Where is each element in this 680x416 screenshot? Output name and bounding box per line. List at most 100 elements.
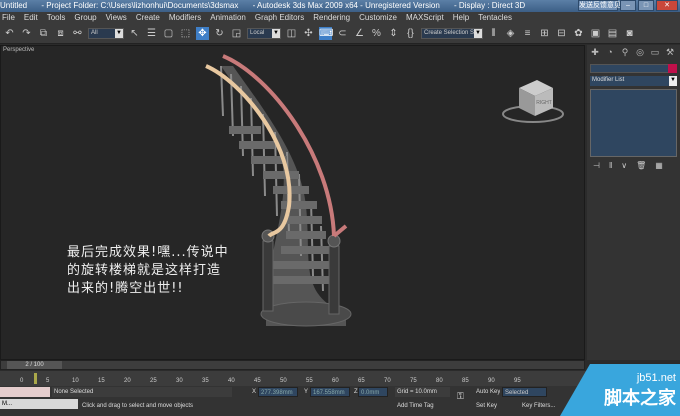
menu-rendering[interactable]: Rendering [313,12,350,24]
viewcube[interactable]: RIGHT [519,80,553,116]
time-slider-thumb[interactable]: 2 / 100 [7,361,62,369]
spinner-snap-icon[interactable]: ⇕ [387,27,400,40]
timeline-tick: 20 [124,378,131,384]
rotate-icon[interactable]: ↻ [213,27,226,40]
material-editor-icon[interactable]: ✿ [572,27,585,40]
y-coordinate-field[interactable]: 167.558mm [310,387,350,397]
command-panel: ✚ ◔ ⚲ ◎ ▭ ⚒ Modifier List ⊣ ‖ ∨ 🗑 ▦ [587,45,680,360]
auto-key-button[interactable]: Auto Key [474,387,500,397]
mirror-icon[interactable]: ⫴ [487,27,500,40]
schematic-view-icon[interactable]: ⊟ [555,27,568,40]
utilities-tab-icon[interactable]: ⚒ [664,47,676,59]
menu-create[interactable]: Create [136,12,160,24]
rect-selection-icon[interactable]: ▢ [162,27,175,40]
move-icon[interactable]: ✥ [196,27,209,40]
time-slider[interactable]: 2 / 100 [0,360,585,370]
timeline-tick: 25 [150,378,157,384]
timeline-tick: 75 [410,378,417,384]
watermark-name: 脚本之家 [604,388,676,409]
minimize-button[interactable]: – [620,0,636,11]
edit-named-selection-icon[interactable]: {} [404,27,417,40]
curve-editor-icon[interactable]: ⊞ [538,27,551,40]
prompt-line: Click and drag to select and move object… [82,403,194,409]
taskbar-item[interactable]: M... [0,399,78,409]
reference-coord-dropdown[interactable]: Local [247,28,281,39]
align-icon[interactable]: ◈ [504,27,517,40]
hierarchy-tab-icon[interactable]: ⚲ [619,47,631,59]
manipulate-icon[interactable]: ✣ [302,27,315,40]
menu-tools[interactable]: Tools [47,12,66,24]
close-button[interactable]: ✕ [656,0,678,11]
menu-file[interactable]: File [2,12,15,24]
viewcube-label[interactable]: RIGHT [536,100,552,106]
snaps-icon[interactable]: ⊂ [336,27,349,40]
maxscript-listener[interactable] [0,387,50,397]
staircase-model: RIGHT [205,54,564,327]
key-mode-dropdown[interactable]: Selected [502,387,547,397]
timeline-tick: 70 [384,378,391,384]
pivot-icon[interactable]: ◫ [285,27,298,40]
percent-snap-icon[interactable]: % [370,27,383,40]
menu-edit[interactable]: Edit [24,12,38,24]
make-unique-icon[interactable]: ∨ [621,161,627,170]
menu-modifiers[interactable]: Modifiers [169,12,201,24]
taskbar-item-label: M... [2,401,12,407]
named-selection-dropdown[interactable]: Create Selection Set [421,28,483,39]
menu-maxscript[interactable]: MAXScript [406,12,444,24]
bind-space-warp-icon[interactable]: ⚯ [71,27,84,40]
modify-tab-icon[interactable]: ◔ [604,47,616,59]
timeline-tick: 10 [72,378,79,384]
perspective-viewport[interactable]: Perspective RIGHT 最后完成效果!嘿...传说中 的旋转楼梯就是… [0,45,585,360]
key-icon[interactable]: ⚿ [455,391,464,401]
object-name-field[interactable] [590,64,677,73]
select-object-icon[interactable]: ↖ [128,27,141,40]
rendered-frame-icon[interactable]: ▤ [606,27,619,40]
key-filters-button[interactable]: Key Filters... [520,401,555,411]
current-frame-marker [34,373,37,384]
configure-sets-icon[interactable]: ▦ [655,161,663,170]
app-name: - Autodesk 3ds Max 2009 x64 - Unregister… [252,1,440,10]
x-coordinate-field[interactable]: 277.398mm [258,387,298,397]
select-by-name-icon[interactable]: ☰ [145,27,158,40]
menu-graph-editors[interactable]: Graph Editors [255,12,304,24]
render-setup-icon[interactable]: ▣ [589,27,602,40]
layer-manager-icon[interactable]: ≡ [521,27,534,40]
timeline-tick: 95 [514,378,521,384]
modifier-stack[interactable] [590,89,677,157]
main-toolbar: ↶ ↷ ⧉ ⧈ ⚯ All ↖ ☰ ▢ ⬚ ✥ ↻ ◲ Local ◫ ✣ ⌨ … [0,24,680,44]
feedback-button[interactable]: 发送反馈意见 [578,0,621,11]
scale-icon[interactable]: ◲ [230,27,243,40]
z-coordinate-field[interactable]: 0.0mm [358,387,388,397]
add-time-tag[interactable]: Add Time Tag [395,401,450,411]
angle-snap-icon[interactable]: ∠ [353,27,366,40]
remove-modifier-icon[interactable]: 🗑 [636,161,646,170]
link-icon[interactable]: ⧉ [37,27,50,40]
motion-tab-icon[interactable]: ◎ [634,47,646,59]
object-color-swatch[interactable] [668,64,677,73]
undo-icon[interactable]: ↶ [3,27,16,40]
z-label: Z [354,389,358,395]
menu-views[interactable]: Views [106,12,127,24]
menu-group[interactable]: Group [74,12,96,24]
menu-customize[interactable]: Customize [359,12,397,24]
menu-tentacles[interactable]: Tentacles [478,12,512,24]
modifier-list-dropdown[interactable]: Modifier List [590,76,677,86]
menu-animation[interactable]: Animation [210,12,246,24]
track-bar[interactable]: 0 5 10 15 20 25 30 35 40 45 50 55 60 65 70 75 80 85 90 95 [0,371,680,386]
quick-render-icon[interactable]: ◙ [623,27,636,40]
show-end-result-icon[interactable]: ‖ [609,161,612,170]
keyboard-shortcut-icon[interactable]: ⌨ [319,27,333,40]
pin-stack-icon[interactable]: ⊣ [593,161,600,170]
timeline-tick: 5 [46,378,50,384]
title-bar: Untitled - Project Folder: C:\Users\lizh… [0,0,680,12]
set-key-button[interactable]: Set Key [474,401,497,411]
menu-help[interactable]: Help [453,12,469,24]
display-tab-icon[interactable]: ▭ [649,47,661,59]
selection-filter-dropdown[interactable]: All [88,28,124,39]
window-crossing-icon[interactable]: ⬚ [179,27,192,40]
create-tab-icon[interactable]: ✚ [589,47,601,59]
redo-icon[interactable]: ↷ [20,27,33,40]
unlink-icon[interactable]: ⧈ [54,27,67,40]
menu-bar: File Edit Tools Group Views Create Modif… [0,12,680,24]
maximize-button[interactable]: □ [638,0,654,11]
